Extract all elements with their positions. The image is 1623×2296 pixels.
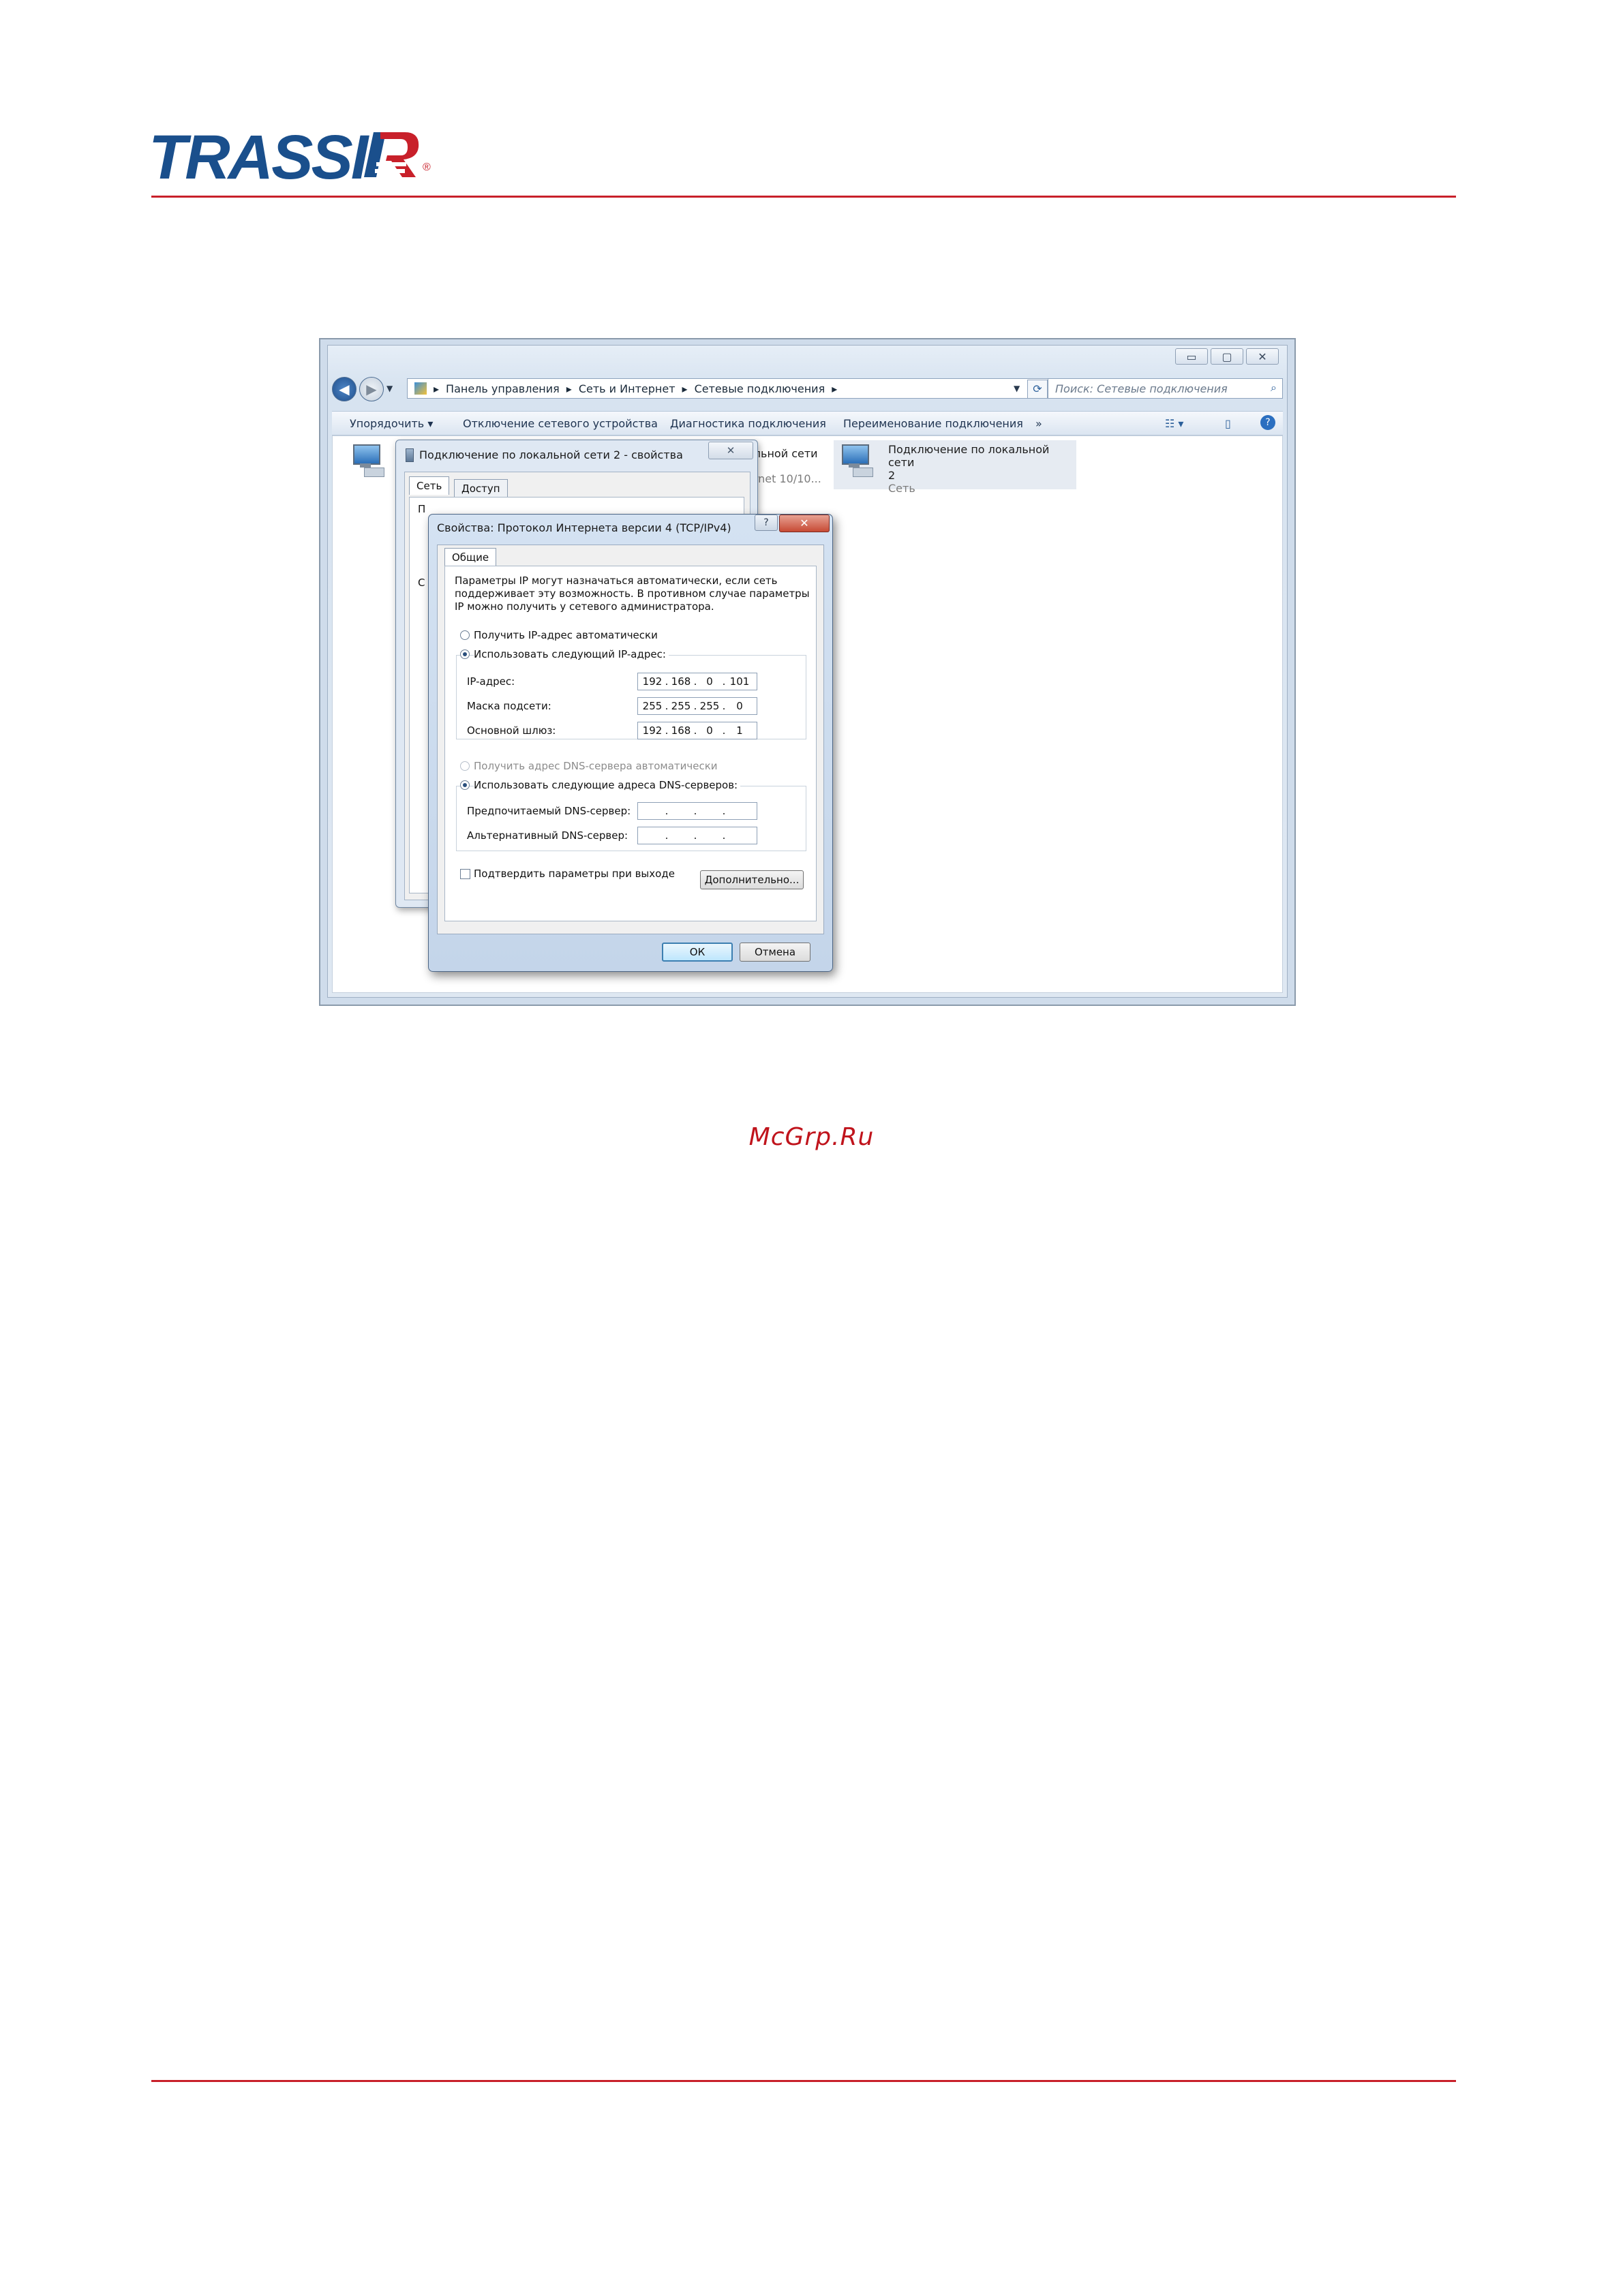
dialog-title: Подключение по локальной сети 2 - свойст… [419, 448, 683, 461]
subnet-mask-field[interactable]: 255. 255. 255. 0 [637, 697, 757, 715]
ip-address-field[interactable]: 192. 168. 0. 101 [637, 673, 757, 690]
intro-line: поддерживает эту возможность. В противно… [455, 587, 810, 600]
footer-rule [151, 2080, 1456, 2082]
dns-alternate-label: Альтернативный DNS-сервер: [467, 829, 628, 842]
minimize-icon[interactable]: ▭ [1175, 348, 1208, 365]
view-options-icon[interactable]: ☷ ▾ [1165, 417, 1183, 430]
cancel-button[interactable]: Отмена [740, 943, 810, 962]
control-panel-icon [414, 382, 427, 395]
connection-name-line2: 2 [888, 469, 896, 482]
tab-sharing[interactable]: Доступ [454, 479, 508, 498]
connection-item-selected[interactable]: Подключение по локальной сети 2 Сеть [834, 440, 1076, 495]
refresh-icon[interactable]: ⟳ [1027, 380, 1048, 399]
svg-text:®: ® [423, 162, 431, 173]
close-icon[interactable]: ✕ [779, 515, 830, 532]
close-icon[interactable]: ✕ [708, 442, 753, 459]
partial-label: П [418, 503, 426, 515]
subnet-mask-label: Маска подсети: [467, 700, 551, 712]
search-placeholder: Поиск: Сетевые подключения [1055, 382, 1228, 395]
tab-network[interactable]: Сеть [409, 476, 450, 495]
network-adapter-icon [836, 443, 873, 480]
address-dropdown-icon[interactable]: ▼ [1014, 384, 1020, 393]
header-rule [151, 196, 1456, 198]
gateway-label: Основной шлюз: [467, 724, 556, 737]
validate-checkbox[interactable] [460, 869, 470, 879]
dialog-body: Общие Параметры IP могут назначаться авт… [437, 545, 824, 934]
connection-item[interactable]: альной сети ernet 10/10... [747, 447, 821, 485]
connection-name: Подключение по локальной сети [888, 443, 1050, 469]
network-connection-icon [406, 448, 414, 462]
address-row: ◀ ▶ ▼ ▸ Панель управления ▸ Сеть и Интер… [332, 376, 1283, 401]
dns-auto-label[interactable]: Получить адрес DNS-сервера автоматически [474, 760, 718, 772]
tab-general[interactable]: Общие [444, 548, 497, 566]
ip-manual-radio[interactable] [460, 649, 470, 659]
connection-status: ernet 10/10... [747, 472, 821, 485]
more-commands-button[interactable]: » [1035, 417, 1042, 430]
ip-address-label: IP-адрес: [467, 675, 515, 688]
preview-pane-icon[interactable]: ▯ [1225, 417, 1231, 430]
window-caption-buttons: ▭ ▢ ✕ [1175, 348, 1279, 365]
ip-auto-radio[interactable] [460, 630, 470, 640]
breadcrumb-item[interactable]: Сетевые подключения [695, 382, 825, 395]
ok-button[interactable]: ОК [662, 943, 733, 962]
rename-button[interactable]: Переименование подключения [843, 417, 1023, 430]
ip-manual-label[interactable]: Использовать следующий IP-адрес: [474, 648, 669, 660]
dns-alternate-field[interactable]: ... [637, 827, 757, 844]
forward-icon[interactable]: ▶ [359, 377, 384, 401]
dns-manual-radio[interactable] [460, 780, 470, 790]
organize-menu[interactable]: Упорядочить ▾ [350, 417, 433, 430]
ip-auto-label[interactable]: Получить IP-адрес автоматически [474, 629, 658, 641]
validate-label[interactable]: Подтвердить параметры при выходе [474, 868, 675, 880]
connection-status: Сеть [888, 482, 915, 495]
close-icon[interactable]: ✕ [1246, 348, 1279, 365]
connection-name: альной сети [747, 447, 818, 460]
search-icon[interactable]: ⌕ [1271, 381, 1277, 395]
network-adapter-icon[interactable] [348, 443, 384, 480]
chevron-right-icon: ▸ [682, 382, 688, 395]
watermark: McGrp.Ru [748, 1123, 875, 1151]
dns-manual-label[interactable]: Использовать следующие адреса DNS-сервер… [474, 779, 741, 791]
maximize-icon[interactable]: ▢ [1211, 348, 1243, 365]
chevron-right-icon: ▸ [832, 382, 838, 395]
general-panel: Параметры IP могут назначаться автоматич… [444, 566, 817, 921]
gateway-field[interactable]: 192. 168. 0. 1 [637, 722, 757, 739]
chevron-right-icon: ▸ [566, 382, 572, 395]
help-icon[interactable]: ? [1260, 415, 1275, 430]
history-dropdown-icon[interactable]: ▼ [386, 384, 393, 393]
address-bar[interactable]: ▸ Панель управления ▸ Сеть и Интернет ▸ … [407, 378, 1106, 399]
dns-auto-radio[interactable] [460, 761, 470, 771]
chevron-right-icon: ▸ [434, 382, 440, 395]
breadcrumb-item[interactable]: Панель управления [446, 382, 560, 395]
diagnose-button[interactable]: Диагностика подключения [670, 417, 826, 430]
advanced-button[interactable]: Дополнительно... [700, 870, 804, 889]
breadcrumb-item[interactable]: Сеть и Интернет [579, 382, 676, 395]
dns-preferred-label: Предпочитаемый DNS-сервер: [467, 805, 631, 817]
intro-line: Параметры IP могут назначаться автоматич… [455, 575, 778, 587]
intro-line: IP можно получить у сетевого администрат… [455, 600, 714, 613]
partial-label: С [418, 577, 425, 589]
dialog-title: Свойства: Протокол Интернета версии 4 (T… [437, 521, 731, 534]
help-icon[interactable]: ? [755, 515, 778, 531]
dns-preferred-field[interactable]: ... [637, 802, 757, 820]
svg-text:TRASSI: TRASSI [149, 123, 370, 184]
disable-device-button[interactable]: Отключение сетевого устройства [463, 417, 658, 430]
command-bar: Упорядочить ▾ Отключение сетевого устрой… [332, 411, 1283, 435]
back-icon[interactable]: ◀ [332, 377, 357, 401]
search-input[interactable]: Поиск: Сетевые подключения ⌕ [1048, 378, 1283, 399]
trassir-logo: TRASSI ® [149, 123, 431, 184]
ipv4-properties-dialog: Свойства: Протокол Интернета версии 4 (T… [428, 514, 833, 972]
